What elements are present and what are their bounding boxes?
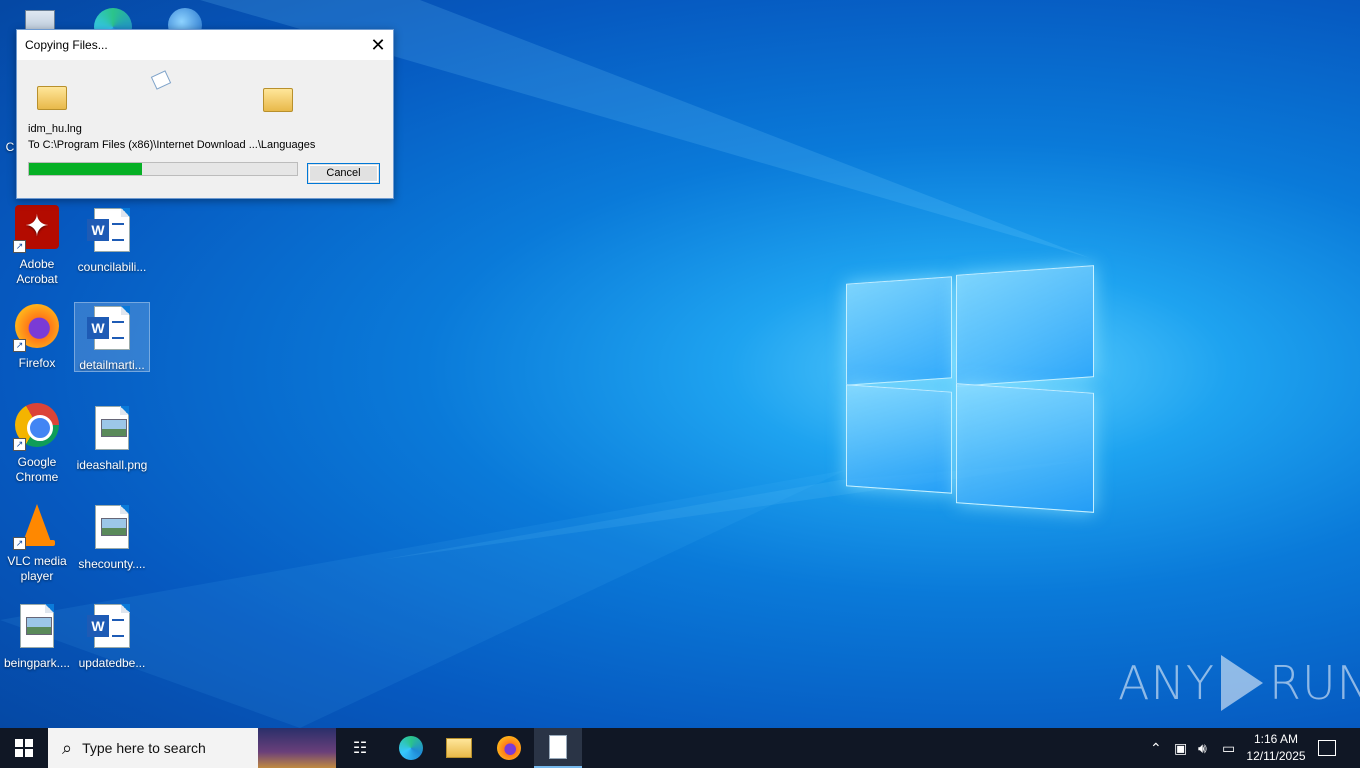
desktop-icon-label: detailmarti...: [79, 358, 145, 372]
notification-icon: [1318, 740, 1336, 756]
copy-progress-bar: [28, 162, 298, 176]
desktop-icon-label: C: [5, 140, 15, 154]
edge-icon: [399, 736, 423, 760]
desktop-icon-beingpark[interactable]: beingpark....: [0, 601, 74, 671]
taskbar-active-copy-window[interactable]: [534, 728, 582, 768]
desktop-icon-shecounty[interactable]: shecounty....: [75, 502, 149, 572]
folder-icon: [446, 738, 472, 758]
watermark-text-right: RUN: [1268, 656, 1360, 710]
desktop-icon-label: updatedbe...: [78, 656, 146, 670]
network-icon: ▭: [1222, 739, 1236, 756]
network-button[interactable]: ▭: [1222, 728, 1235, 768]
windows-logo-wallpaper: [846, 258, 1094, 513]
meet-now-button[interactable]: ▣: [1174, 728, 1187, 768]
chrome-icon: ↗: [13, 403, 61, 451]
desktop-icon-label: Firefox: [18, 356, 56, 370]
shortcut-arrow-icon: ↗: [13, 339, 26, 352]
search-highlight-image: [258, 728, 336, 768]
shortcut-arrow-icon: ↗: [13, 240, 26, 253]
taskbar-clock[interactable]: 1:16 AM 12/11/2025: [1240, 731, 1312, 765]
show-hidden-icons-button[interactable]: ⌃: [1150, 728, 1162, 768]
dialog-title: Copying Files...: [25, 38, 108, 52]
desktop-icon-detailmarti-doc[interactable]: W detailmarti...: [74, 302, 150, 372]
desktop-icon-councilability-doc[interactable]: W councilabili...: [75, 205, 149, 275]
desktop-icon-label: Adobe Acrobat: [16, 257, 58, 286]
desktop-icon-adobe-acrobat[interactable]: ✦ ↗ Adobe Acrobat: [0, 205, 74, 287]
word-document-icon: W: [87, 208, 136, 256]
word-document-icon: W: [87, 604, 136, 652]
word-document-icon: W: [87, 306, 136, 354]
taskbar-search-box[interactable]: ⌕ Type here to search: [48, 728, 336, 768]
camera-icon: ▣: [1174, 739, 1188, 756]
progress-fill: [29, 163, 142, 175]
desktop-icon-label: councilabili...: [77, 260, 147, 274]
search-icon: ⌕: [62, 737, 73, 758]
task-view-icon: ☷: [352, 740, 368, 757]
anyrun-watermark: ANY RUN: [1118, 655, 1360, 711]
task-view-button[interactable]: ☷: [340, 728, 380, 768]
clock-date: 12/11/2025: [1246, 749, 1306, 763]
speaker-icon: 🔊︎: [1198, 739, 1207, 756]
taskbar: ⌕ Type here to search ☷ ⌃ ▣ 🔊︎ ▭ 1:16 AM…: [0, 728, 1360, 768]
shortcut-arrow-icon: ↗: [13, 537, 26, 550]
image-file-icon: [88, 406, 136, 454]
desktop-icon-updatedbe-doc[interactable]: W updatedbe...: [75, 601, 149, 671]
copying-files-dialog: Copying Files... ✕ idm_hu.lng To C:\Prog…: [16, 29, 394, 199]
desktop-icon-label: Google Chrome: [15, 455, 59, 484]
shortcut-arrow-icon: ↗: [13, 438, 26, 451]
flying-paper-icon: [150, 70, 172, 90]
clock-time: 1:16 AM: [1253, 732, 1299, 746]
vlc-cone-icon: ↗: [13, 502, 61, 550]
taskbar-edge[interactable]: [390, 728, 432, 768]
windows-start-icon: [15, 739, 33, 757]
desktop-icon-label: beingpark....: [3, 656, 71, 670]
desktop-icon-label: ideashall.png: [76, 458, 148, 472]
close-button[interactable]: ✕: [363, 30, 393, 60]
destination-folder-icon: [263, 88, 293, 112]
search-placeholder: Type here to search: [82, 740, 206, 756]
play-logo-icon: [1220, 655, 1263, 711]
image-file-icon: [13, 604, 61, 652]
desktop-icon-label: VLC media player: [7, 554, 67, 583]
cancel-button[interactable]: Cancel: [307, 163, 380, 184]
document-icon: [549, 735, 567, 759]
image-file-icon: [88, 505, 136, 553]
desktop-icon-vlc[interactable]: ↗ VLC media player: [0, 502, 74, 584]
taskbar-file-explorer[interactable]: [438, 728, 480, 768]
firefox-icon: ↗: [13, 304, 61, 352]
source-folder-icon: [37, 86, 67, 110]
chevron-up-icon: ⌃: [1150, 739, 1162, 756]
dialog-title-bar[interactable]: Copying Files...: [17, 30, 393, 60]
desktop-icon-google-chrome[interactable]: ↗ Google Chrome: [0, 403, 74, 485]
desktop-icon-firefox[interactable]: ↗ Firefox: [0, 304, 74, 371]
adobe-acrobat-icon: ✦ ↗: [13, 205, 61, 253]
volume-button[interactable]: 🔊︎: [1198, 728, 1207, 768]
taskbar-firefox[interactable]: [488, 728, 530, 768]
firefox-icon: [497, 736, 521, 760]
watermark-text-left: ANY: [1118, 656, 1215, 710]
desktop-icon-label: shecounty....: [78, 557, 146, 571]
copy-destination: To C:\Program Files (x86)\Internet Downl…: [28, 139, 316, 151]
start-button[interactable]: [0, 728, 48, 768]
notifications-button[interactable]: [1318, 728, 1336, 768]
desktop-icon-ideashall-png[interactable]: ideashall.png: [75, 403, 149, 473]
close-icon: ✕: [370, 35, 386, 55]
copy-file-name: idm_hu.lng: [28, 123, 82, 135]
